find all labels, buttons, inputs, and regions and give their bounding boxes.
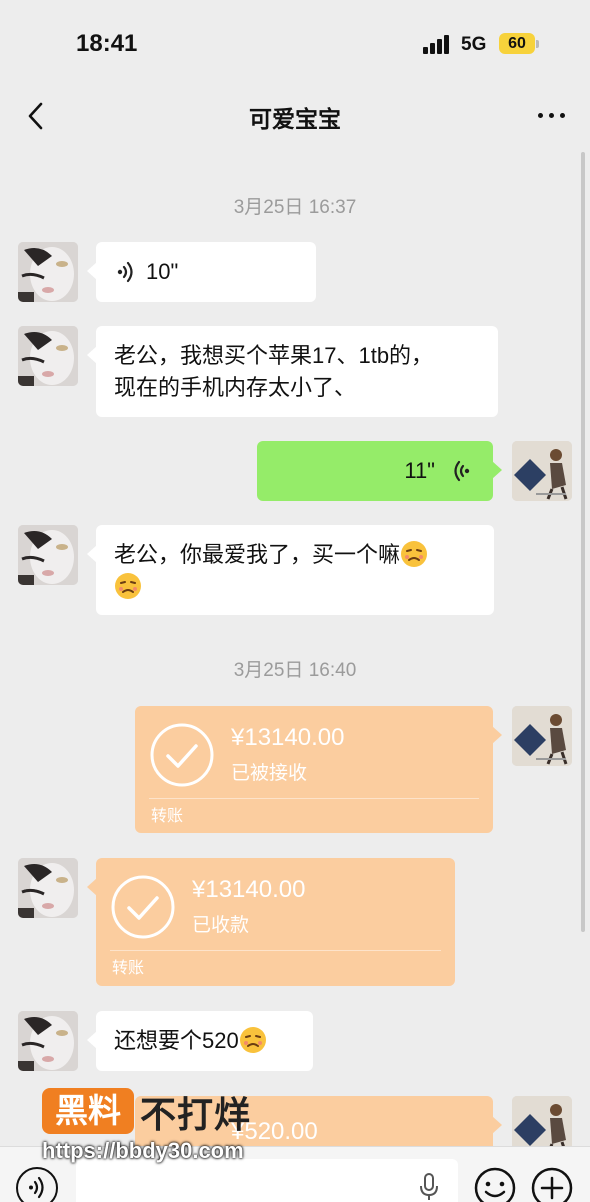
- more-dots-icon[interactable]: [535, 102, 569, 130]
- transfer-label: 转账: [112, 960, 145, 977]
- voice-wave-icon: [117, 261, 133, 283]
- divider: [110, 950, 441, 951]
- my-avatar[interactable]: [512, 441, 572, 501]
- voice-wave-icon: [454, 460, 470, 482]
- plus-circle-icon[interactable]: [531, 1167, 573, 1202]
- distressed-face-icon: [115, 573, 141, 599]
- watermark-logo: 黑料: [42, 1088, 134, 1134]
- divider: [149, 798, 479, 799]
- transfer-card[interactable]: ¥13140.00 已被接收 转账: [135, 706, 502, 833]
- my-avatar[interactable]: [512, 706, 572, 766]
- watermark-text: 不打烊: [140, 1094, 252, 1135]
- avatar[interactable]: [18, 326, 78, 386]
- voice-mode-icon[interactable]: [16, 1167, 58, 1202]
- message-line: 老公，你最爱我了，买一个嘛: [114, 542, 401, 567]
- message-line: 老公，我想买个苹果17、1tb的，: [114, 343, 434, 368]
- text-message[interactable]: 老公，你最爱我了，买一个嘛: [87, 525, 494, 615]
- transfer-label: 转账: [151, 808, 184, 825]
- signal-icon: [423, 34, 453, 54]
- smiley-icon[interactable]: [474, 1167, 516, 1202]
- voice-duration: 11": [404, 458, 435, 483]
- battery-tip: [536, 40, 539, 48]
- voice-message[interactable]: 11": [257, 441, 502, 501]
- check-circle-icon: [150, 723, 214, 787]
- check-circle-icon: [111, 875, 175, 939]
- distressed-face-icon: [401, 541, 428, 567]
- message-input[interactable]: [76, 1159, 458, 1202]
- watermark-url: https://bbdy30.com: [42, 1138, 244, 1163]
- microphone-icon[interactable]: [418, 1173, 440, 1201]
- avatar[interactable]: [18, 525, 78, 585]
- distressed-face-icon: [239, 1027, 266, 1053]
- transfer-amount: ¥13140.00: [192, 876, 306, 903]
- network-type: 5G: [461, 34, 487, 55]
- battery-icon: 60: [499, 33, 535, 54]
- avatar[interactable]: [18, 858, 78, 918]
- message-line: 现在的手机内存太小了、: [114, 375, 357, 400]
- chat-header: 可爱宝宝: [0, 88, 590, 144]
- voice-message[interactable]: 10": [87, 242, 316, 302]
- text-message[interactable]: 还想要个520: [87, 1011, 313, 1071]
- avatar[interactable]: [18, 1011, 78, 1071]
- transfer-card[interactable]: ¥13140.00 已收款 转账: [87, 858, 455, 986]
- transfer-amount: ¥13140.00: [231, 724, 345, 751]
- avatar[interactable]: [18, 242, 78, 302]
- scrollbar[interactable]: [581, 152, 585, 932]
- transfer-status: 已收款: [192, 915, 250, 936]
- message-line: 还想要个520: [114, 1028, 239, 1053]
- timestamp: 3月25日 16:40: [233, 660, 357, 681]
- status-bar: 18:41 5G 60: [0, 0, 590, 88]
- chat-title: 可爱宝宝: [249, 106, 341, 132]
- status-time: 18:41: [76, 30, 138, 57]
- timestamp: 3月25日 16:37: [233, 197, 357, 218]
- voice-duration: 10": [146, 259, 179, 284]
- text-message[interactable]: 老公，我想买个苹果17、1tb的， 现在的手机内存太小了、: [87, 326, 498, 417]
- transfer-status: 已被接收: [231, 763, 308, 784]
